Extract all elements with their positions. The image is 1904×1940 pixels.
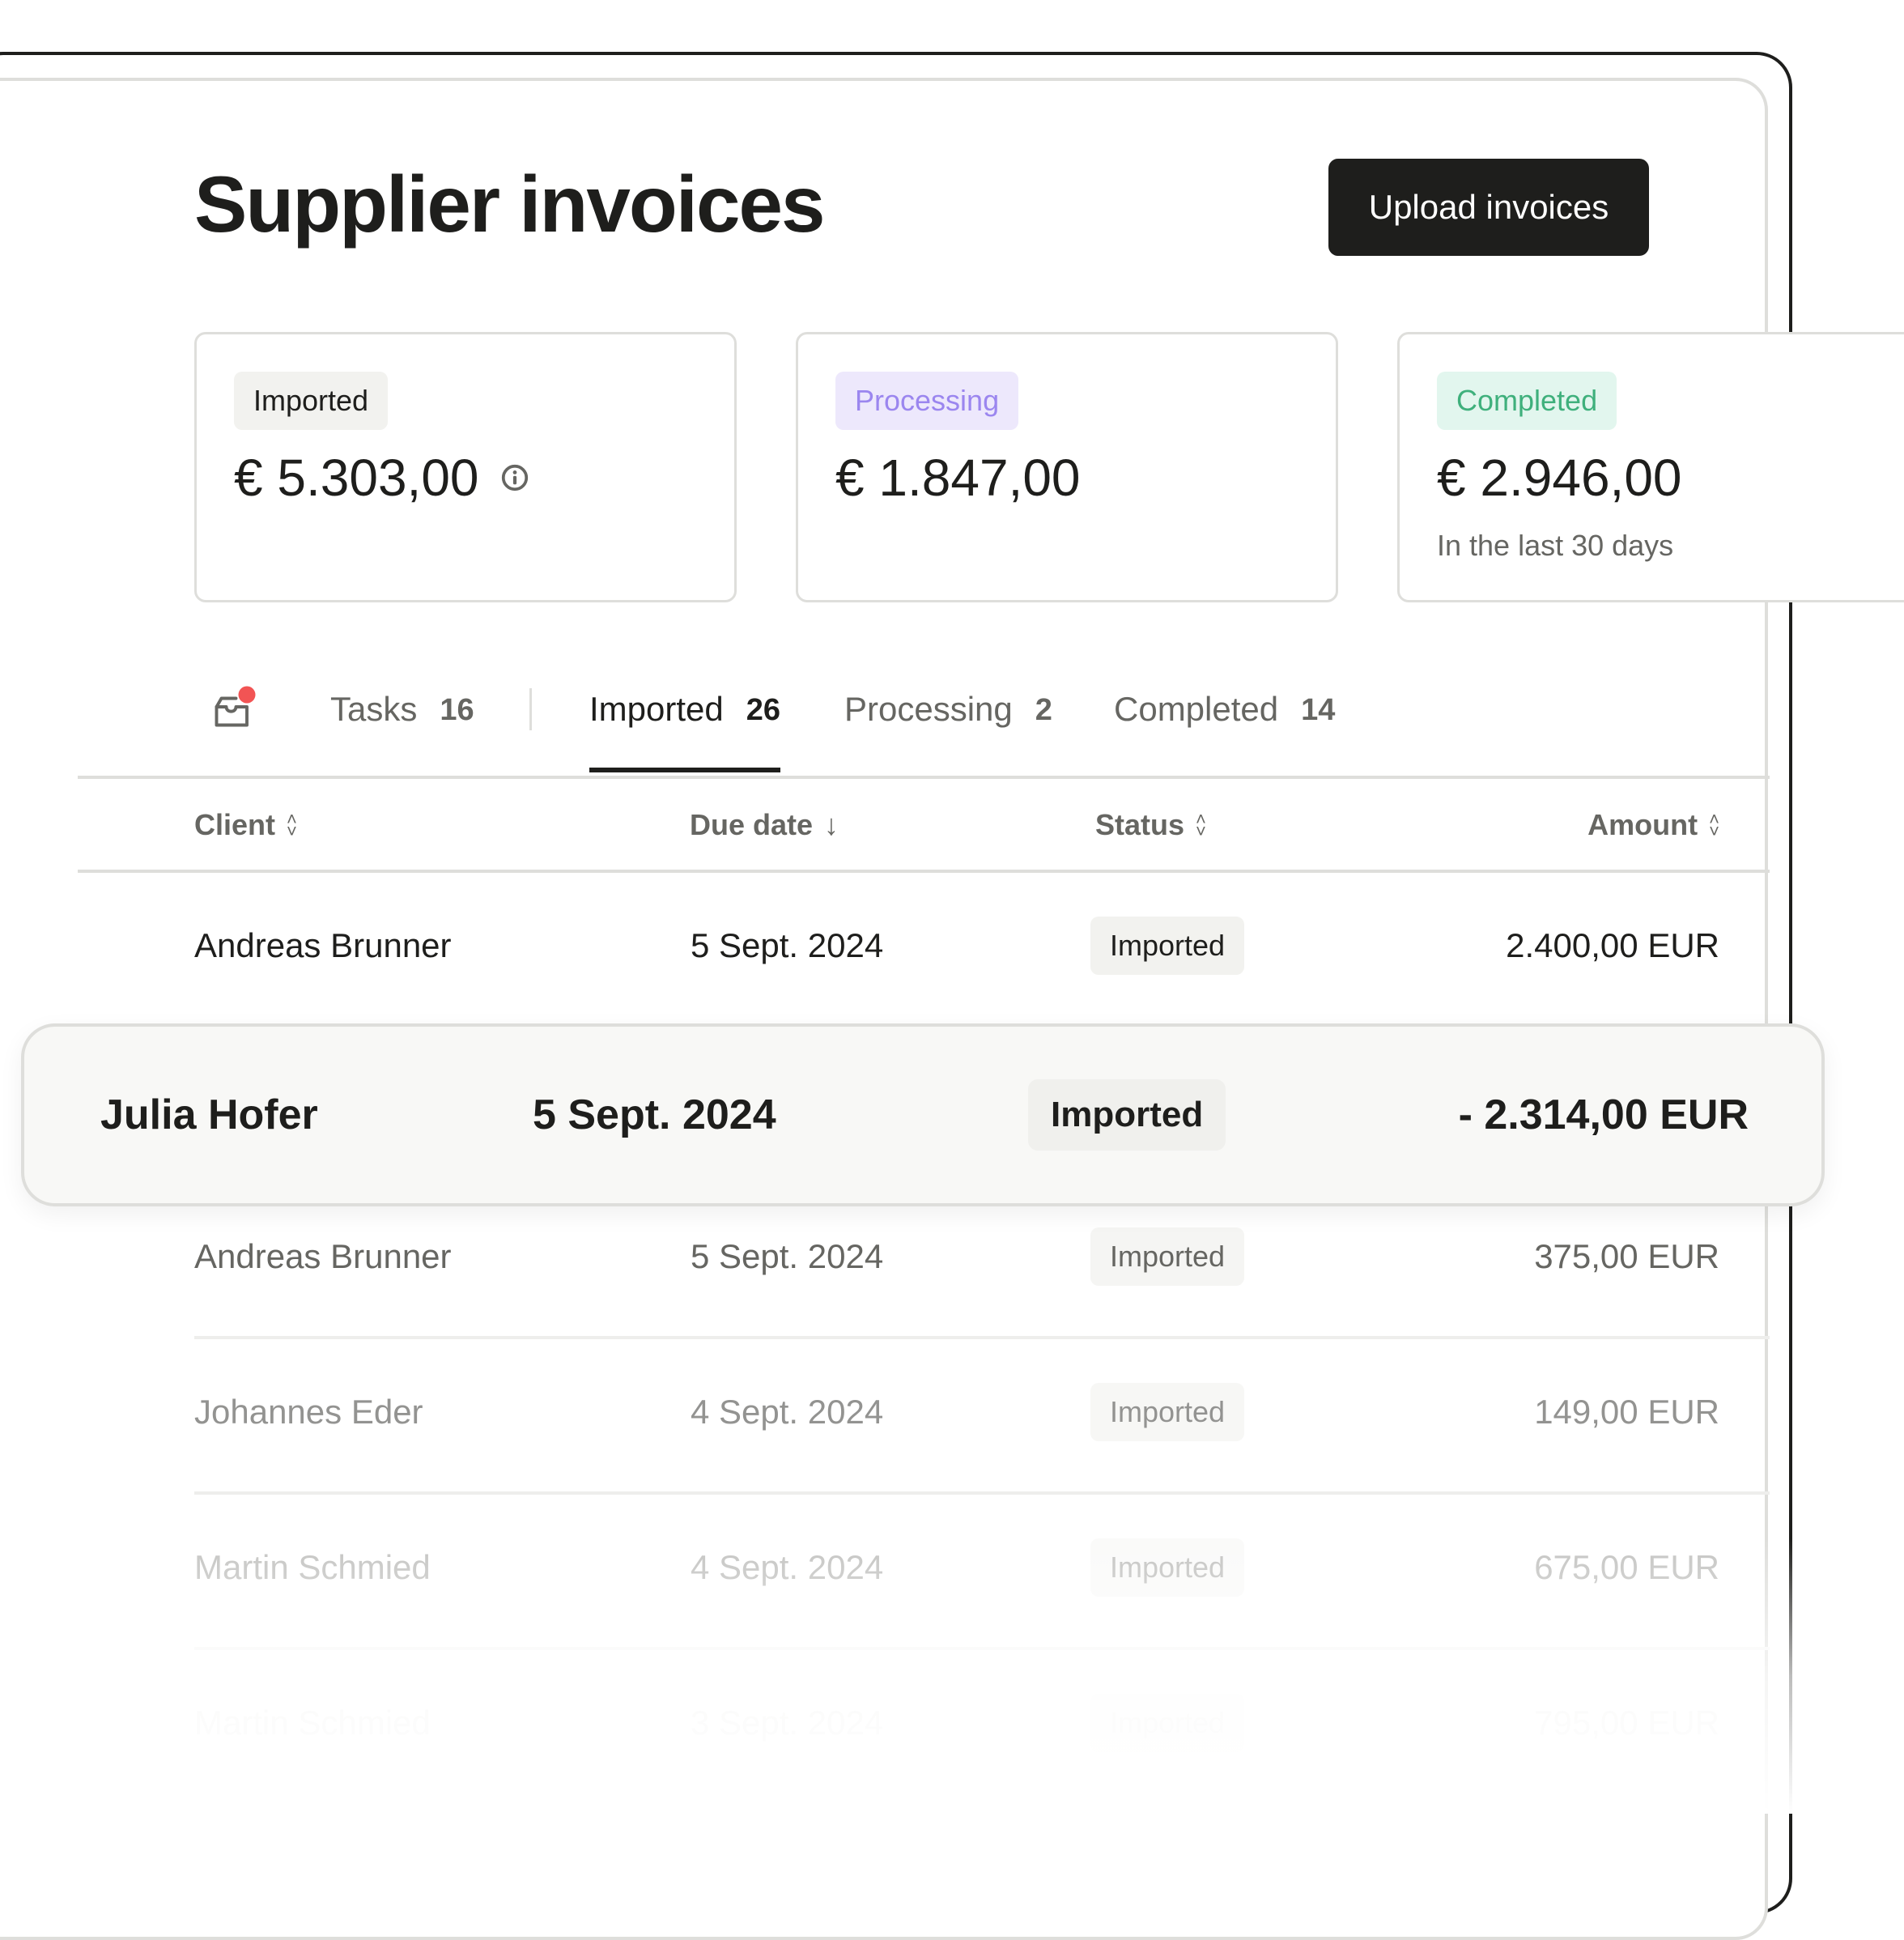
table-header: Client ˄ ˅ Due date ↓ Status ˄ ˅ Amount ˄ ˅ [78, 776, 1770, 873]
amount-value: € 5.303,00 [234, 449, 479, 507]
sort-icon: ˄ ˅ [287, 808, 297, 841]
amount-value: € 1.847,00 [835, 449, 1081, 507]
status-cell: Imported [1028, 1027, 1226, 1203]
tab-label: Tasks [330, 690, 418, 728]
info-icon[interactable] [500, 463, 529, 492]
column-header-due-date[interactable]: Due date ↓ [690, 808, 839, 842]
status-badge: Imported [234, 372, 389, 430]
column-header-status[interactable]: Status ˄ ˅ [1095, 808, 1206, 842]
tab-imported[interactable]: Imported 26 [589, 672, 781, 772]
sort-descending-icon: ↓ [824, 808, 839, 841]
status-badge: Imported [1028, 1079, 1226, 1151]
client-name: Johannes Eder [194, 1393, 423, 1431]
summary-subtitle: In the last 30 days [1437, 529, 1674, 562]
column-label: Status [1095, 808, 1185, 841]
notification-dot [238, 686, 256, 704]
due-date: 5 Sept. 2024 [691, 926, 884, 964]
client-name: Julia Hofer [100, 1091, 318, 1138]
summary-amount: € 2.946,00 [1437, 448, 1682, 508]
page-title: Supplier invoices [194, 160, 825, 249]
tab-count: 16 [440, 693, 474, 727]
status-cell: Imported [1090, 1491, 1245, 1644]
sort-icon: ˄ ˅ [1709, 808, 1719, 841]
sort-icon: ˄ ˅ [1196, 808, 1206, 841]
due-date: 4 Sept. 2024 [691, 1393, 884, 1431]
column-header-amount[interactable]: Amount ˄ ˅ [1587, 808, 1719, 842]
amount: - 2.314,00 EUR [1458, 1091, 1749, 1138]
status-badge: Imported [1090, 1694, 1245, 1752]
tab-completed[interactable]: Completed 14 [1114, 672, 1335, 772]
tab-count: 14 [1301, 693, 1336, 727]
status-badge: Imported [1090, 1383, 1245, 1441]
tab-tasks[interactable]: Tasks 16 [330, 672, 474, 772]
due-date: 5 Sept. 2024 [533, 1091, 776, 1138]
column-label: Client [194, 808, 276, 841]
tab-label: Processing [844, 690, 1013, 728]
amount: 675,00 EUR [1534, 1548, 1719, 1586]
status-badge: Processing [835, 372, 1019, 430]
column-label: Amount [1587, 808, 1698, 841]
client-name: Andreas Brunner [194, 926, 452, 964]
table-row[interactable]: Andreas Brunner 5 Sept. 2024 Imported 2.… [194, 870, 1770, 1025]
due-date: 4 Sept. 2024 [691, 1548, 884, 1586]
tab-divider [529, 688, 532, 730]
summary-card-completed[interactable]: Completed € 2.946,00 In the last 30 days [1397, 332, 1904, 602]
summary-amount: € 1.847,00 [835, 448, 1081, 508]
column-header-client[interactable]: Client ˄ ˅ [194, 808, 297, 842]
client-name: Martin Schmied [194, 1548, 431, 1586]
table-row[interactable]: Martin Schmied 4 Sept. 2024 Imported 675… [194, 1491, 1770, 1650]
tab-bar: Tasks 16 Imported 26 Processing 2 Comple… [78, 672, 1770, 779]
summary-card-imported[interactable]: Imported € 5.303,00 [194, 332, 737, 602]
column-label: Due date [690, 808, 814, 841]
amount: 795,00 EUR [1534, 1704, 1719, 1742]
status-cell: Imported [1090, 1647, 1245, 1799]
client-name: Martin Schmied [194, 1704, 431, 1742]
tab-processing[interactable]: Processing 2 [844, 672, 1052, 772]
tab-count: 2 [1035, 693, 1052, 727]
tab-count: 26 [746, 693, 781, 727]
status-badge: Imported [1090, 917, 1245, 975]
amount-value: € 2.946,00 [1437, 449, 1682, 507]
status-badge: Imported [1090, 1227, 1245, 1286]
upload-invoices-button[interactable]: Upload invoices [1328, 159, 1649, 256]
amount: 149,00 EUR [1534, 1393, 1719, 1431]
status-badge: Completed [1437, 372, 1617, 430]
summary-amount: € 5.303,00 [234, 448, 529, 508]
tab-label: Imported [589, 690, 724, 728]
table-row[interactable]: Johannes Eder 4 Sept. 2024 Imported 149,… [194, 1336, 1770, 1495]
inbox-icon[interactable] [210, 685, 259, 734]
table-row-highlighted[interactable]: Julia Hofer 5 Sept. 2024 Imported - 2.31… [21, 1023, 1825, 1206]
status-cell: Imported [1090, 870, 1245, 1022]
summary-card-processing[interactable]: Processing € 1.847,00 [796, 332, 1338, 602]
table-row[interactable]: Martin Schmied 3 Sept. 2024 Imported 795… [194, 1647, 1770, 1802]
status-cell: Imported [1090, 1336, 1245, 1488]
amount: 2.400,00 EUR [1506, 926, 1719, 964]
tab-label: Completed [1114, 690, 1279, 728]
status-badge: Imported [1090, 1538, 1245, 1597]
due-date: 3 Sept. 2024 [691, 1704, 884, 1742]
